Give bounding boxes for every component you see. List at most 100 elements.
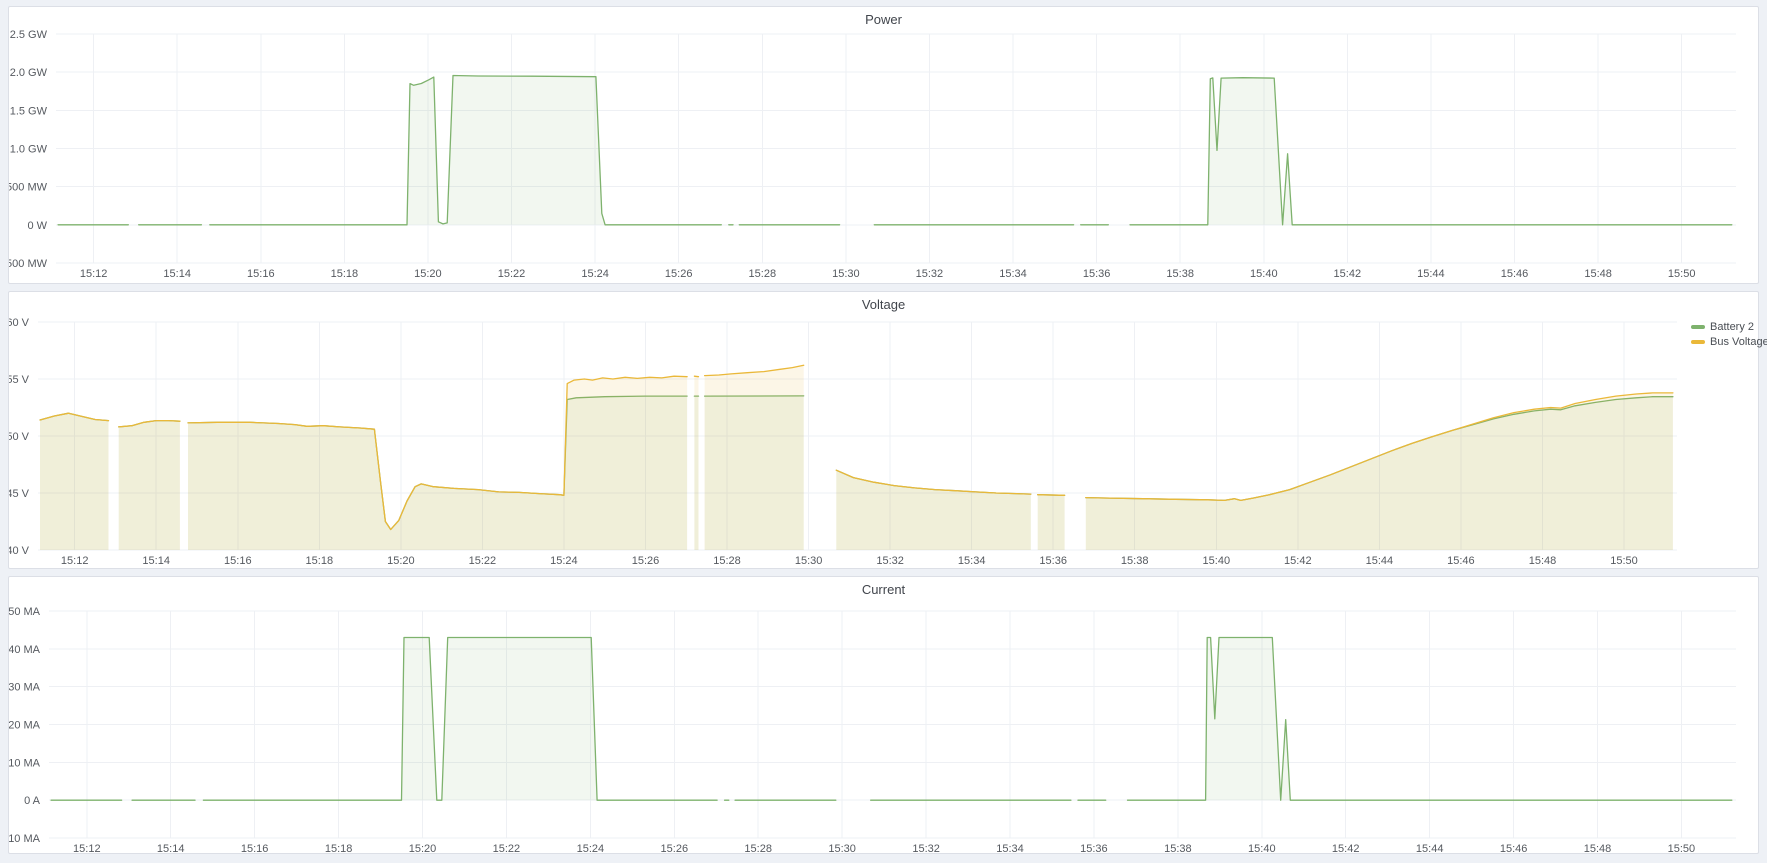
x-tick-label: 15:22 bbox=[498, 268, 526, 280]
current-area bbox=[203, 638, 717, 801]
x-tick-label: 15:40 bbox=[1203, 555, 1231, 567]
power-chart[interactable]: 2.5 GW2.0 GW1.5 GW1.0 GW500 MW0 W-500 MW… bbox=[9, 7, 1758, 283]
x-tick-label: 15:20 bbox=[409, 843, 437, 853]
bus-voltage-line bbox=[694, 376, 698, 377]
y-tick-label: 30 MA bbox=[9, 682, 41, 694]
x-tick-label: 15:34 bbox=[999, 268, 1027, 280]
x-tick-label: 15:32 bbox=[876, 555, 904, 567]
x-tick-label: 15:18 bbox=[325, 843, 353, 853]
bus-voltage-area bbox=[705, 365, 804, 550]
x-tick-label: 15:50 bbox=[1668, 268, 1696, 280]
x-tick-label: 15:44 bbox=[1416, 843, 1444, 853]
x-tick-label: 15:46 bbox=[1500, 843, 1528, 853]
x-tick-label: 15:42 bbox=[1284, 555, 1312, 567]
panel-current: Current 50 MA40 MA30 MA20 MA10 MA0 A-10 … bbox=[8, 576, 1759, 854]
series-paths bbox=[58, 76, 1732, 225]
x-tick-label: 15:24 bbox=[581, 268, 609, 280]
y-tick-label: 60 V bbox=[9, 317, 30, 329]
panel-title-power[interactable]: Power bbox=[9, 12, 1758, 27]
y-tick-label: 50 V bbox=[9, 431, 30, 443]
y-tick-label: 20 MA bbox=[9, 720, 41, 732]
x-tick-label: 15:48 bbox=[1584, 268, 1612, 280]
x-tick-label: 15:42 bbox=[1332, 843, 1360, 853]
y-tick-label: 55 V bbox=[9, 374, 30, 386]
x-tick-label: 15:26 bbox=[661, 843, 689, 853]
x-tick-label: 15:16 bbox=[224, 555, 252, 567]
panel-voltage: Voltage 60 V55 V50 V45 V40 V15:1215:1415… bbox=[8, 291, 1759, 569]
y-tick-label: 1.0 GW bbox=[10, 144, 48, 156]
series-paths bbox=[51, 638, 1732, 801]
x-tick-label: 15:36 bbox=[1039, 555, 1067, 567]
x-tick-label: 15:42 bbox=[1334, 268, 1362, 280]
panel-title-current[interactable]: Current bbox=[9, 582, 1758, 597]
y-tick-label: 0 W bbox=[27, 220, 47, 232]
legend-label-bus-voltage: Bus Voltage bbox=[1710, 336, 1767, 348]
x-tick-label: 15:36 bbox=[1080, 843, 1108, 853]
x-tick-label: 15:50 bbox=[1610, 555, 1638, 567]
x-tick-label: 15:28 bbox=[713, 555, 741, 567]
x-tick-label: 15:40 bbox=[1250, 268, 1278, 280]
x-tick-label: 15:36 bbox=[1083, 268, 1111, 280]
x-tick-label: 15:12 bbox=[80, 268, 108, 280]
x-tick-label: 15:16 bbox=[247, 268, 275, 280]
x-tick-label: 15:32 bbox=[912, 843, 940, 853]
power-area bbox=[210, 76, 722, 225]
current-plot[interactable]: 50 MA40 MA30 MA20 MA10 MA0 A-10 MA15:121… bbox=[9, 577, 1758, 853]
x-tick-label: 15:46 bbox=[1447, 555, 1475, 567]
x-tick-label: 15:40 bbox=[1248, 843, 1276, 853]
x-tick-label: 15:28 bbox=[749, 268, 777, 280]
voltage-legend: Battery 2 Bus Voltage bbox=[1691, 319, 1767, 349]
y-tick-label: 10 MA bbox=[9, 757, 41, 769]
x-tick-label: 15:12 bbox=[73, 843, 101, 853]
y-tick-label: 45 V bbox=[9, 488, 30, 500]
x-tick-label: 15:14 bbox=[157, 843, 185, 853]
x-tick-label: 15:20 bbox=[414, 268, 442, 280]
y-tick-label: 0 A bbox=[24, 795, 41, 807]
x-tick-label: 15:18 bbox=[331, 268, 359, 280]
bus-voltage-area bbox=[1038, 495, 1065, 550]
series-paths bbox=[40, 365, 1673, 550]
x-tick-label: 15:48 bbox=[1584, 843, 1612, 853]
bus-voltage-area bbox=[188, 376, 687, 550]
x-tick-label: 15:30 bbox=[832, 268, 860, 280]
legend-marker-bus-voltage-icon bbox=[1691, 340, 1705, 344]
x-tick-label: 15:38 bbox=[1166, 268, 1194, 280]
panel-power: Power 2.5 GW2.0 GW1.5 GW1.0 GW500 MW0 W-… bbox=[8, 6, 1759, 284]
y-tick-label: -500 MW bbox=[9, 258, 48, 270]
x-tick-label: 15:18 bbox=[306, 555, 334, 567]
x-tick-label: 15:14 bbox=[142, 555, 170, 567]
x-tick-label: 15:26 bbox=[665, 268, 693, 280]
axis-labels: 50 MA40 MA30 MA20 MA10 MA0 A-10 MA15:121… bbox=[9, 606, 1695, 853]
y-tick-label: 500 MW bbox=[9, 182, 48, 194]
x-tick-label: 15:30 bbox=[795, 555, 823, 567]
gridlines bbox=[56, 34, 1736, 263]
y-tick-label: 50 MA bbox=[9, 606, 41, 618]
voltage-plot[interactable]: 60 V55 V50 V45 V40 V15:1215:1415:1615:18… bbox=[9, 292, 1758, 568]
bus-voltage-area bbox=[694, 376, 698, 550]
x-tick-label: 15:44 bbox=[1366, 555, 1394, 567]
legend-label-battery-2: Battery 2 bbox=[1710, 321, 1754, 333]
power-plot[interactable]: 2.5 GW2.0 GW1.5 GW1.0 GW500 MW0 W-500 MW… bbox=[9, 7, 1758, 283]
x-tick-label: 15:22 bbox=[493, 843, 521, 853]
y-tick-label: 40 V bbox=[9, 545, 30, 557]
x-tick-label: 15:32 bbox=[916, 268, 944, 280]
x-tick-label: 15:34 bbox=[996, 843, 1024, 853]
x-tick-label: 15:38 bbox=[1121, 555, 1149, 567]
current-chart[interactable]: 50 MA40 MA30 MA20 MA10 MA0 A-10 MA15:121… bbox=[9, 577, 1758, 853]
y-tick-label: 1.5 GW bbox=[10, 105, 48, 117]
panel-title-voltage[interactable]: Voltage bbox=[9, 297, 1758, 312]
x-tick-label: 15:26 bbox=[632, 555, 660, 567]
bus-voltage-line bbox=[1038, 495, 1065, 496]
legend-item-bus-voltage[interactable]: Bus Voltage bbox=[1691, 334, 1767, 349]
x-tick-label: 15:30 bbox=[828, 843, 856, 853]
x-tick-label: 15:34 bbox=[958, 555, 986, 567]
y-tick-label: 2.5 GW bbox=[10, 29, 48, 41]
legend-item-battery-2[interactable]: Battery 2 bbox=[1691, 319, 1767, 334]
x-tick-label: 15:24 bbox=[550, 555, 578, 567]
voltage-chart[interactable]: 60 V55 V50 V45 V40 V15:1215:1415:1615:18… bbox=[9, 292, 1758, 568]
axis-labels: 2.5 GW2.0 GW1.5 GW1.0 GW500 MW0 W-500 MW… bbox=[9, 29, 1695, 280]
x-tick-label: 15:46 bbox=[1501, 268, 1529, 280]
bus-voltage-area bbox=[40, 413, 109, 550]
x-tick-label: 15:16 bbox=[241, 843, 269, 853]
x-tick-label: 15:14 bbox=[163, 268, 191, 280]
